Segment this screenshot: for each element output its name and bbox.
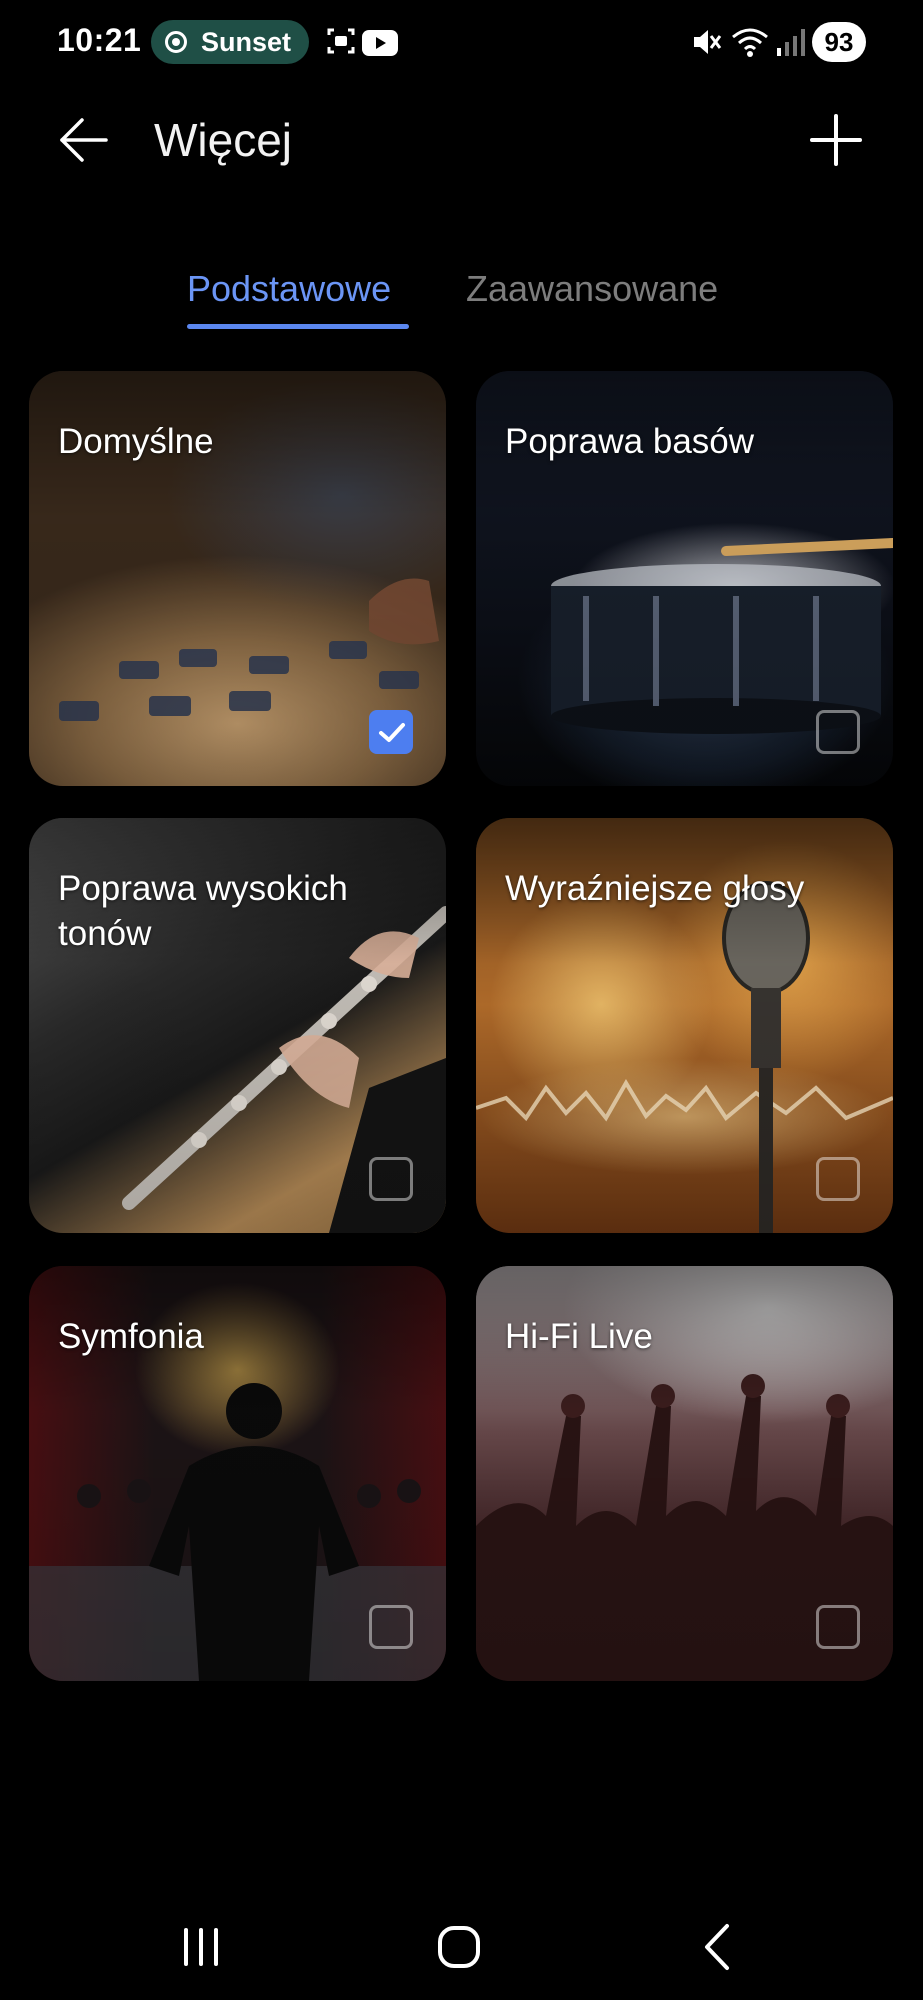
system-back-button[interactable] xyxy=(683,1912,753,1982)
recents-icon xyxy=(184,1928,218,1966)
battery-indicator: 93 xyxy=(812,22,866,62)
preset-checkbox[interactable] xyxy=(816,1157,860,1201)
tab-podstawowe[interactable]: Podstawowe xyxy=(187,268,391,310)
status-time: 10:21 xyxy=(57,22,142,58)
plus-icon xyxy=(810,114,862,166)
recents-button[interactable] xyxy=(166,1912,236,1982)
preset-label: Domyślne xyxy=(58,422,214,461)
active-tab-indicator xyxy=(187,324,409,329)
arrow-left-icon xyxy=(60,118,108,162)
mute-icon xyxy=(694,30,722,54)
preset-checkbox[interactable] xyxy=(816,710,860,754)
tab-zaawansowane[interactable]: Zaawansowane xyxy=(466,268,718,310)
preset-checkbox[interactable] xyxy=(369,1157,413,1201)
recording-pill[interactable]: Sunset xyxy=(151,20,309,64)
preset-label: Wyraźniejsze głosy xyxy=(505,869,805,908)
preset-checkbox[interactable] xyxy=(369,710,413,754)
preset-card-vocals[interactable]: Wyraźniejsze głosy xyxy=(476,818,893,1233)
preset-card-default[interactable]: Domyślne xyxy=(29,371,446,786)
preset-checkbox[interactable] xyxy=(369,1605,413,1649)
status-bar: 10:21 Sunset 93 xyxy=(0,0,923,86)
screen-capture-icon xyxy=(327,28,355,54)
back-icon xyxy=(705,1924,729,1970)
preset-label: Poprawa wysokich tonów xyxy=(58,869,348,953)
preset-label: Hi-Fi Live xyxy=(505,1317,653,1356)
system-nav-bar xyxy=(0,1890,923,2000)
preset-card-treble[interactable]: Poprawa wysokich tonów xyxy=(29,818,446,1233)
wifi-icon xyxy=(732,28,768,57)
preset-checkbox[interactable] xyxy=(816,1605,860,1649)
recording-pill-label: Sunset xyxy=(201,26,292,57)
record-icon xyxy=(165,31,187,53)
preset-label: Poprawa basów xyxy=(505,422,755,461)
preset-card-hifi-live[interactable]: Hi-Fi Live xyxy=(476,1266,893,1681)
back-button[interactable] xyxy=(56,112,112,168)
signal-icon xyxy=(777,29,805,56)
youtube-icon xyxy=(362,30,398,56)
page-title: Więcej xyxy=(154,114,293,166)
home-icon xyxy=(438,1926,480,1968)
add-button[interactable] xyxy=(808,112,864,168)
preset-label: Symfonia xyxy=(58,1317,204,1356)
preset-card-symphony[interactable]: Symfonia xyxy=(29,1266,446,1681)
preset-card-bass[interactable]: Poprawa basów xyxy=(476,371,893,786)
checkmark-icon xyxy=(379,723,405,742)
home-button[interactable] xyxy=(424,1912,494,1982)
